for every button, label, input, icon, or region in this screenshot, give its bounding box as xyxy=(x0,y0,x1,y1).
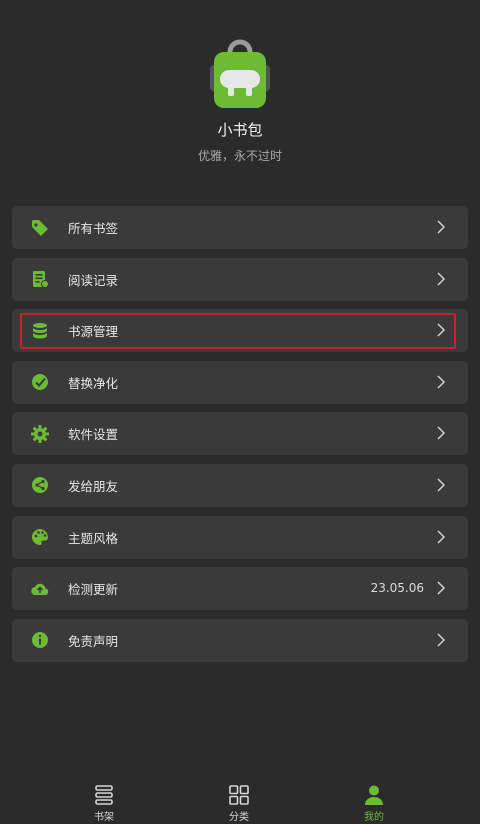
menu-label: 阅读记录 xyxy=(68,272,119,288)
reading-log-icon xyxy=(31,270,49,289)
menu-item-disclaimer[interactable]: 免责声明 xyxy=(12,618,468,662)
tag-icon xyxy=(31,219,49,237)
bottom-nav: 书架 分类 我的 xyxy=(0,778,480,824)
chevron-right-icon xyxy=(437,375,446,389)
version-value: 23.05.06 xyxy=(370,581,424,596)
menu-label: 替换净化 xyxy=(68,375,119,391)
menu-item-update[interactable]: 检测更新 23.05.06 xyxy=(12,567,468,611)
gear-icon xyxy=(31,424,49,443)
database-icon xyxy=(31,322,49,340)
category-grid-icon xyxy=(229,785,249,805)
nav-mine[interactable]: 我的 xyxy=(344,784,404,823)
share-icon xyxy=(31,476,49,494)
menu-label: 免责声明 xyxy=(68,633,119,649)
chevron-right-icon xyxy=(437,220,446,234)
info-icon xyxy=(31,631,49,649)
bookshelf-icon xyxy=(95,785,113,805)
menu-label: 检测更新 xyxy=(68,582,119,598)
nav-category[interactable]: 分类 xyxy=(209,784,269,823)
menu-item-share[interactable]: 发给朋友 xyxy=(12,463,468,507)
menu-item-bookmarks[interactable]: 所有书签 xyxy=(12,206,468,249)
palette-icon xyxy=(31,528,49,546)
settings-menu: 所有书签 阅读记录 书源管理 替换净化 软件设置 发给朋友 主题风格 检测更新 … xyxy=(12,206,468,670)
menu-label: 主题风格 xyxy=(68,530,119,546)
menu-item-replace[interactable]: 替换净化 xyxy=(12,360,468,404)
menu-label: 软件设置 xyxy=(68,427,119,443)
menu-item-theme[interactable]: 主题风格 xyxy=(12,515,468,559)
nav-label: 书架 xyxy=(94,812,114,823)
chevron-right-icon xyxy=(437,581,446,595)
nav-bookshelf[interactable]: 书架 xyxy=(74,784,134,823)
app-name: 小书包 xyxy=(217,121,263,139)
menu-label: 所有书签 xyxy=(68,221,119,236)
menu-item-history[interactable]: 阅读记录 xyxy=(12,257,468,301)
chevron-right-icon xyxy=(437,478,446,492)
nav-label: 分类 xyxy=(229,812,249,823)
menu-label: 发给朋友 xyxy=(68,478,119,494)
cloud-upload-icon xyxy=(31,580,49,598)
person-icon xyxy=(365,785,383,805)
chevron-right-icon xyxy=(437,323,446,337)
chevron-right-icon xyxy=(437,633,446,647)
menu-label: 书源管理 xyxy=(68,324,119,340)
profile-header: 小书包 优雅，永不过时 xyxy=(0,0,480,200)
chevron-right-icon xyxy=(437,530,446,544)
brush-check-icon xyxy=(31,373,49,391)
chevron-right-icon xyxy=(437,426,446,440)
chevron-right-icon xyxy=(437,272,446,286)
menu-item-settings[interactable]: 软件设置 xyxy=(12,412,468,456)
nav-label: 我的 xyxy=(364,812,384,823)
backpack-logo-icon xyxy=(210,39,270,108)
app-slogan: 优雅，永不过时 xyxy=(197,149,282,163)
menu-item-sources[interactable]: 书源管理 xyxy=(12,309,468,353)
